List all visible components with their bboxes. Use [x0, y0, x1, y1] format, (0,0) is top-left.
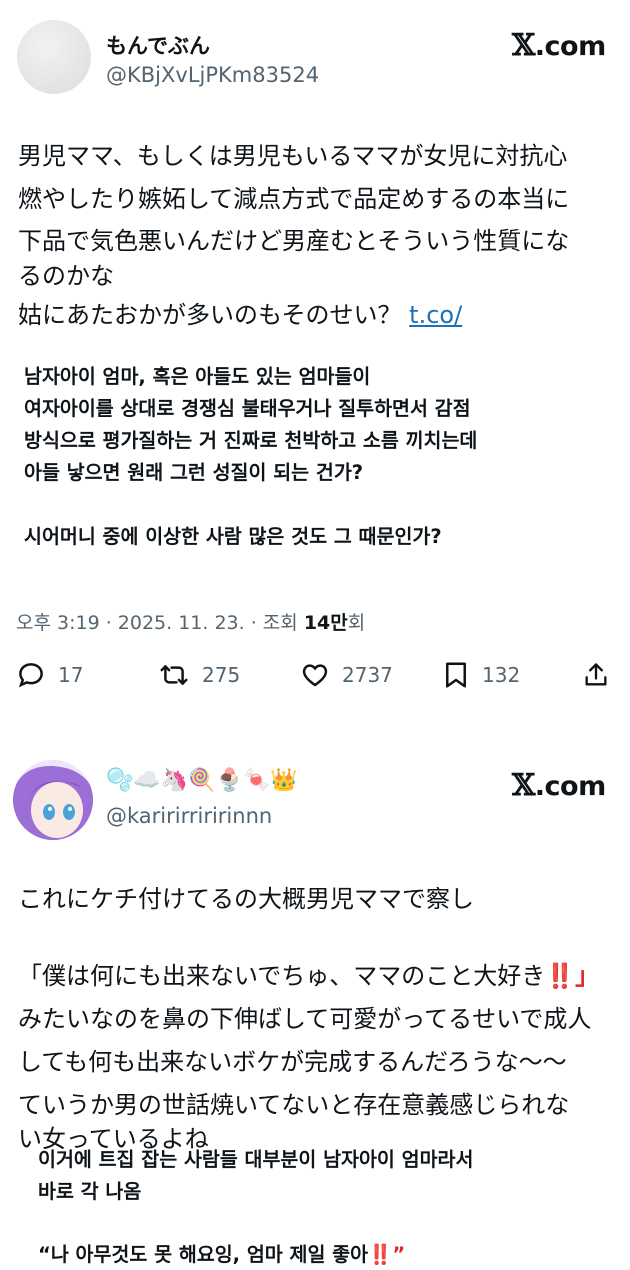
translation-segment: “나 아무것도 못 해요잉, 엄마 제일 좋아 [38, 1243, 369, 1266]
anime-avatar-image [13, 760, 93, 840]
repost-icon [160, 665, 188, 685]
tweet-text-line: 男児ママ、もしくは男児もいるママが女児に対抗心 [18, 142, 568, 170]
translation-line: “나 아무것도 못 해요잉, 엄마 제일 좋아‼️” [38, 1240, 405, 1270]
bookmark-icon [446, 662, 466, 688]
x-logo-icon: 𝕏 [512, 28, 535, 63]
tweet-text-line: 姑にあたおかが多いのもそのせい？ t.co/ [18, 298, 462, 333]
tweet-text-line: これにケチ付けてるの大概男児ママで察し [18, 885, 474, 913]
share-icon [585, 663, 607, 686]
view-count: 14만 [303, 612, 348, 634]
repost-button[interactable]: 275 [158, 660, 240, 690]
avatar[interactable] [17, 20, 91, 94]
avatar[interactable] [13, 760, 93, 840]
double-exclamation-emoji: ‼️」 [545, 962, 600, 990]
tweet-text-line: ていうか男の世話焼いてないと存在意義感じられな [18, 1091, 570, 1119]
brand-domain: .com [534, 31, 606, 62]
timestamp[interactable]: 오후 3:19 · 2025. 11. 23. · 조회 [16, 612, 304, 634]
user-handle[interactable]: @karirirriririnnn [106, 804, 272, 828]
bookmark-count: 132 [482, 663, 521, 687]
tweet-text-line: しても何も出来ないボケが完成するんだろうな～～ [18, 1048, 567, 1076]
tweet-2: 🫧☁️🦄🍭🍨🍬👑 @karirirriririnnn 𝕏.com これにケチ付け… [0, 720, 630, 1266]
heart-icon [302, 664, 328, 687]
tweet-text-line: 下品で気色悪いんだけど男産むとそういう性質にな [18, 227, 570, 255]
translation-line: 남자아이 엄마, 혹은 아들도 있는 엄마들이 [24, 365, 371, 388]
tweet-text-line: るのかな [18, 262, 114, 290]
tweet-text-line: みたいなのを鼻の下伸ばして可愛がってるせいで成人 [18, 1005, 592, 1033]
translation-line: 바로 각 나옴 [38, 1180, 142, 1203]
tweet-text-line: 「僕は何にも出来ないでちゅ、ママのこと大好き‼️」 [18, 959, 599, 994]
x-logo-icon: 𝕏 [512, 768, 535, 803]
action-bar: 17 275 2737 132 [0, 660, 630, 700]
tweet-1: もんでぶん @KBjXvLjPKm83524 𝕏.com 男児ママ、もしくは男児… [0, 0, 630, 720]
reply-icon [18, 663, 43, 688]
tweet-text-segment: 「僕は何にも出来ないでちゅ、ママのこと大好き [18, 962, 546, 990]
display-name[interactable]: もんでぶん [106, 30, 210, 60]
share-button[interactable] [582, 660, 622, 690]
user-handle[interactable]: @KBjXvLjPKm83524 [106, 63, 319, 87]
double-exclamation-emoji: ‼️” [368, 1243, 406, 1266]
brand-logo: 𝕏.com [512, 28, 606, 63]
translation-line: 시어머니 중에 이상한 사람 많은 것도 그 때문인가? [24, 525, 442, 548]
reply-count: 17 [58, 663, 84, 687]
brand-domain: .com [534, 771, 606, 802]
like-button[interactable]: 2737 [300, 660, 393, 690]
translation-line: 여자아이를 상대로 경쟁심 불태우거나 질투하면서 감점 [24, 397, 471, 420]
view-unit: 회 [347, 612, 366, 634]
translation-line: 이거에 트집 잡는 사람들 대부분이 남자아이 엄마라서 [38, 1148, 474, 1171]
tweet-text-segment: 姑にあたおかが多いのもそのせい？ [18, 301, 410, 329]
display-name-emojis[interactable]: 🫧☁️🦄🍭🍨🍬👑 [106, 768, 298, 793]
translation-line: 방식으로 평가질하는 거 진짜로 천박하고 소름 끼치는데 [24, 429, 478, 452]
tweet-text-line: 燃やしたり嫉妬して減点方式で品定めするの本当に [18, 185, 570, 213]
like-count: 2737 [342, 663, 393, 687]
tweet-metadata: 오후 3:19 · 2025. 11. 23. · 조회 14만회 [16, 608, 365, 635]
reply-button[interactable]: 17 [16, 660, 83, 690]
translation-line: 아들 낳으면 원래 그런 성질이 되는 건가? [24, 461, 364, 484]
bookmark-button[interactable]: 132 [442, 660, 520, 690]
brand-logo: 𝕏.com [512, 768, 606, 803]
tweet-link[interactable]: t.co/ [409, 301, 462, 329]
repost-count: 275 [202, 663, 241, 687]
